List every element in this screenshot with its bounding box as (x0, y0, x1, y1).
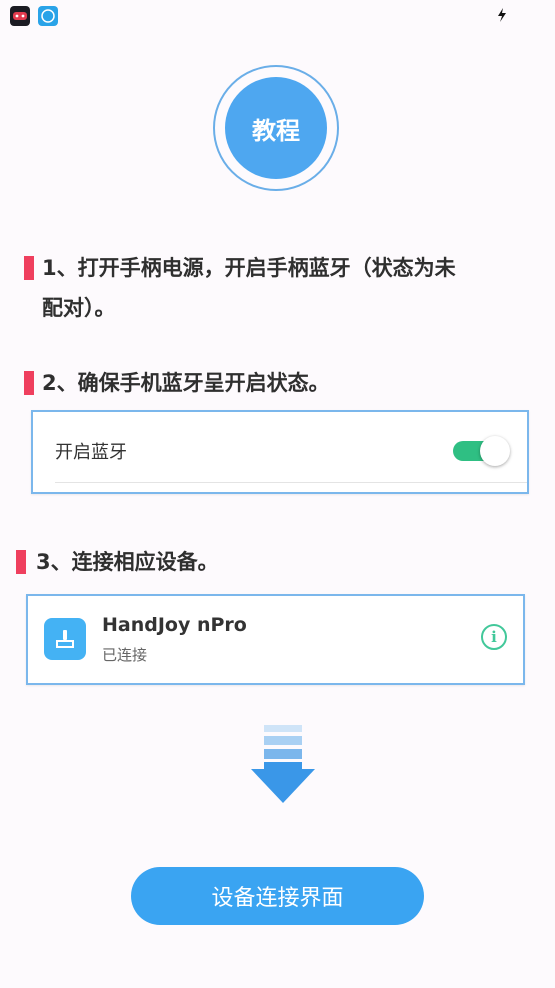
tutorial-badge: 教程 (213, 65, 339, 191)
step-1-text-line1: 1、打开手柄电源，开启手柄蓝牙（状态为未 (42, 256, 456, 280)
toggle-knob (480, 436, 510, 466)
bluetooth-label: 开启蓝牙 (55, 442, 127, 463)
charging-icon (497, 8, 507, 26)
device-connection-button[interactable]: 设备连接界面 (131, 867, 424, 925)
down-arrow-icon (251, 725, 315, 803)
device-status: 已连接 (102, 646, 148, 664)
step-3-text: 3、连接相应设备。 (36, 550, 219, 574)
info-icon[interactable]: i (481, 624, 507, 650)
gamepad-app-icon (10, 6, 30, 26)
bluetooth-toggle[interactable] (453, 436, 510, 466)
tutorial-badge-label: 教程 (225, 77, 327, 179)
step-1-marker (24, 256, 34, 280)
card-divider (55, 482, 527, 483)
status-bar (0, 0, 555, 32)
gamepad-device-icon (44, 618, 86, 660)
step-2-text: 2、确保手机蓝牙呈开启状态。 (42, 371, 330, 395)
device-card[interactable]: HandJoy nPro 已连接 i (26, 594, 525, 685)
step-1-text-line2: 配对）。 (42, 296, 116, 320)
step-2-marker (24, 371, 34, 395)
device-name: HandJoy nPro (102, 614, 247, 636)
bluetooth-card: 开启蓝牙 (31, 410, 529, 494)
step-3-marker (16, 550, 26, 574)
fcc-app-icon (38, 6, 58, 26)
